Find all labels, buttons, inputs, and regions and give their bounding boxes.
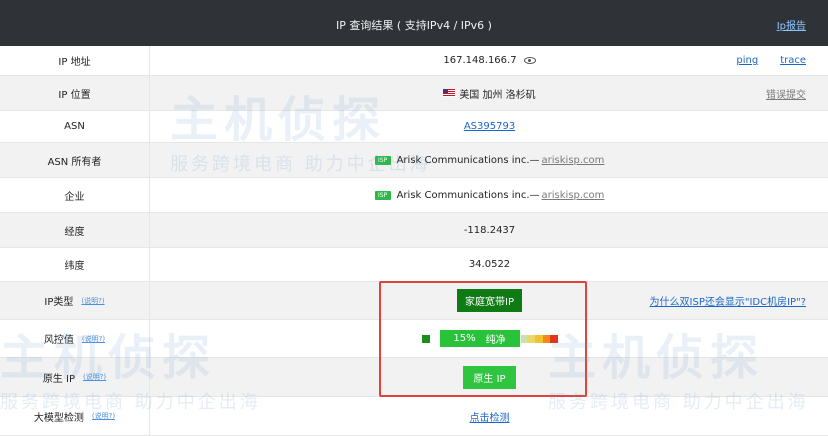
row-asn-owner: ASN 所有者 ISP Arisk Communications inc.— a… xyxy=(0,143,828,178)
row-label: 风控值 (说明?) xyxy=(0,320,150,357)
row-value: AS395793 xyxy=(151,111,828,142)
row-label: ASN xyxy=(0,111,150,142)
isp-badge: ISP xyxy=(374,155,391,165)
highlight-box xyxy=(379,281,587,397)
row-value: ISP Arisk Communications inc.— ariskisp.… xyxy=(151,143,828,177)
row-label: IP 位置 xyxy=(0,76,150,110)
row-value: ISP Arisk Communications inc.— ariskisp.… xyxy=(151,178,828,212)
row-value: 点击检测 xyxy=(151,397,828,435)
isp-badge: ISP xyxy=(374,190,391,200)
ip-type-label: IP类型 xyxy=(44,297,74,308)
us-flag-icon xyxy=(443,89,456,97)
row-label: IP 地址 xyxy=(0,46,150,75)
company-site-link[interactable]: ariskisp.com xyxy=(542,190,605,201)
row-label: 企业 xyxy=(0,178,150,212)
row-label: 经度 xyxy=(0,213,150,247)
row-ip-location: IP 位置 美国 加州 洛杉矶 错误提交 xyxy=(0,76,828,111)
help-link[interactable]: (说明?) xyxy=(81,296,104,306)
row-label: 原生 IP (说明?) xyxy=(0,358,150,396)
idc-explain-link[interactable]: 为什么双ISP还会显示"IDC机房IP"? xyxy=(650,293,806,308)
help-link[interactable]: (说明?) xyxy=(82,334,105,344)
native-ip-label: 原生 IP xyxy=(42,373,75,385)
row-label: 大模型检测 (说明?) xyxy=(0,397,150,435)
row-longitude: 经度 -118.2437 xyxy=(0,213,828,248)
row-label: IP类型 (说明?) xyxy=(0,282,150,319)
eye-icon[interactable] xyxy=(523,57,536,64)
ip-report-link[interactable]: Ip报告 xyxy=(777,17,806,32)
help-link[interactable]: (说明?) xyxy=(92,411,115,421)
longitude-value: -118.2437 xyxy=(463,224,516,236)
trace-link[interactable]: trace xyxy=(780,55,806,66)
row-latitude: 纬度 34.0522 xyxy=(0,248,828,282)
row-label: ASN 所有者 xyxy=(0,143,150,177)
row-company: 企业 ISP Arisk Communications inc.— ariski… xyxy=(0,178,828,213)
row-ip-address: IP 地址 167.148.166.7 ping trace xyxy=(0,46,828,76)
asn-owner-site-link[interactable]: ariskisp.com xyxy=(542,155,605,166)
result-header: IP 查询结果 ( 支持IPv4 / IPv6 ) Ip报告 xyxy=(0,0,828,46)
risk-label: 风控值 xyxy=(43,335,74,346)
row-label: 纬度 xyxy=(0,248,150,281)
llm-label: 大模型检测 xyxy=(33,412,84,424)
ip-address-value: 167.148.166.7 xyxy=(443,55,517,66)
row-llm-detect: 大模型检测 (说明?) 点击检测 xyxy=(0,397,828,436)
row-value: 167.148.166.7 xyxy=(151,46,828,75)
latitude-value: 34.0522 xyxy=(468,259,511,270)
result-title: IP 查询结果 ( 支持IPv4 / IPv6 ) xyxy=(336,19,492,32)
help-link[interactable]: (说明?) xyxy=(83,372,106,382)
ip-location-value: 美国 加州 洛杉矶 xyxy=(459,89,536,101)
error-report-link[interactable]: 错误提交 xyxy=(766,86,806,101)
company-name: Arisk Communications inc.— xyxy=(396,189,540,201)
row-value: 美国 加州 洛杉矶 xyxy=(151,76,828,110)
asn-link[interactable]: AS395793 xyxy=(464,121,515,132)
row-asn: ASN AS395793 xyxy=(0,111,828,143)
asn-owner-name: Arisk Communications inc.— xyxy=(396,154,540,166)
ping-link[interactable]: ping xyxy=(736,55,758,66)
llm-detect-link[interactable]: 点击检测 xyxy=(470,409,510,424)
